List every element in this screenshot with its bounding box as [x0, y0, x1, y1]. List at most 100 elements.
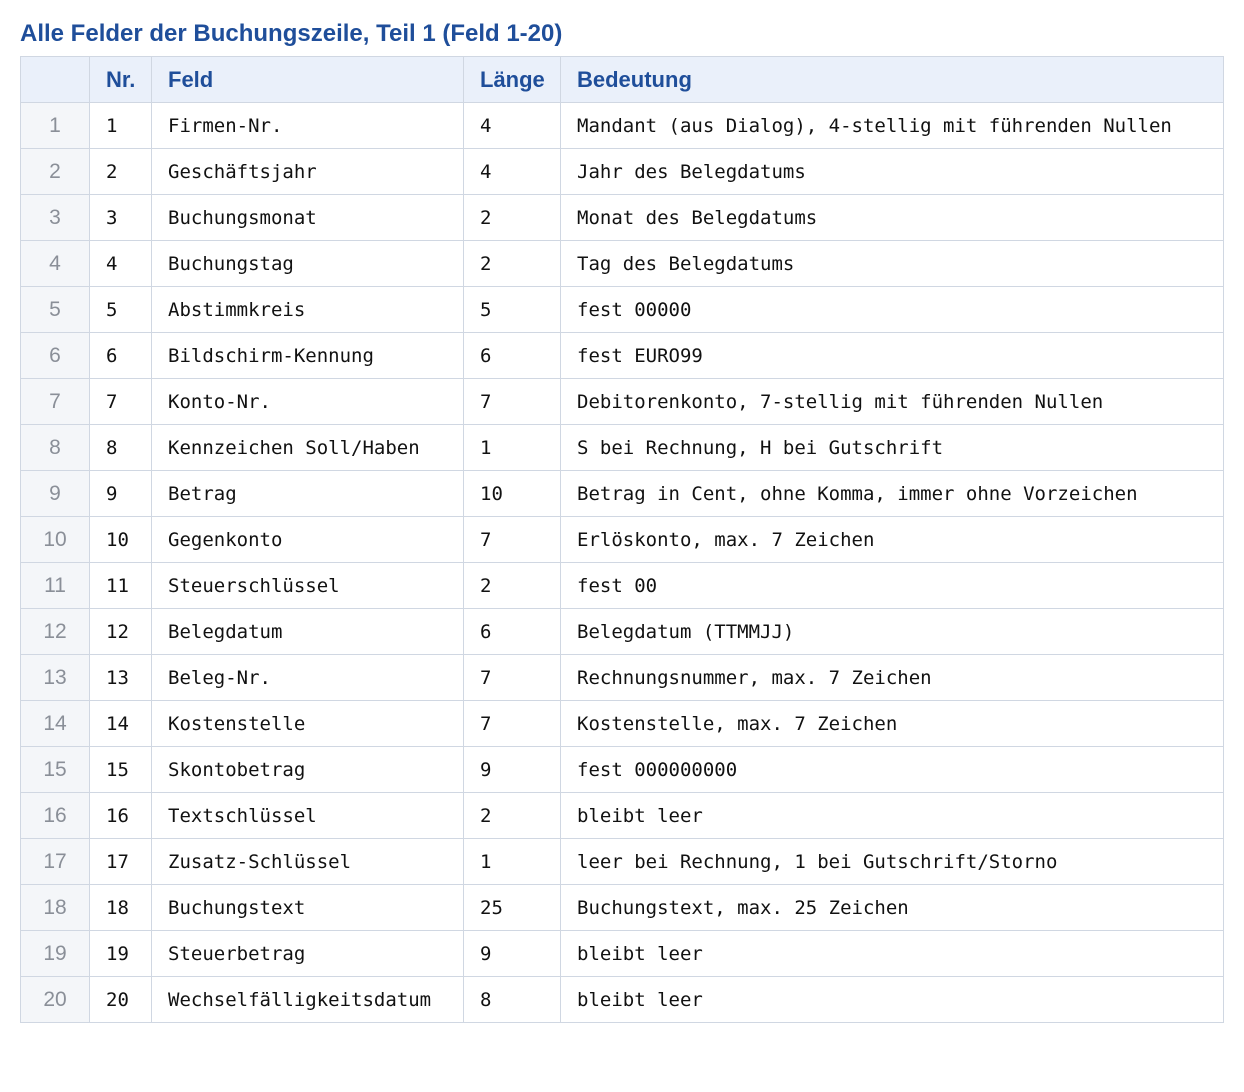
- header-nr: Nr.: [89, 56, 152, 103]
- header-bedeutung: Bedeutung: [560, 56, 1224, 103]
- nr-cell: 11: [89, 562, 152, 609]
- table-row: 8 8 Kennzeichen Soll/Haben 1 S bei Rechnung,…: [20, 424, 1224, 471]
- table-row: 4 4 Buchungstag 2 Tag des Belegdatums: [20, 240, 1224, 287]
- feld-cell: Skontobetrag: [151, 746, 464, 793]
- laenge-cell: 8: [463, 976, 561, 1023]
- laenge-cell: 2: [463, 194, 561, 241]
- table-row: 2 2 Geschäftsjahr 4 Jahr des Belegdatums: [20, 148, 1224, 195]
- laenge-cell: 7: [463, 654, 561, 701]
- nr-cell: 15: [89, 746, 152, 793]
- feld-cell: Buchungstext: [151, 884, 464, 931]
- row-index-cell: 8: [20, 424, 90, 471]
- row-index-cell: 9: [20, 470, 90, 517]
- bedeutung-cell: fest EURO99: [560, 332, 1224, 379]
- nr-cell: 4: [89, 240, 152, 287]
- nr-cell: 14: [89, 700, 152, 747]
- table-row: 6 6 Bildschirm-Kennung 6 fest EURO99: [20, 332, 1224, 379]
- nr-cell: 6: [89, 332, 152, 379]
- header-feld: Feld: [151, 56, 464, 103]
- nr-cell: 9: [89, 470, 152, 517]
- row-index-cell: 6: [20, 332, 90, 379]
- row-index-cell: 17: [20, 838, 90, 885]
- bedeutung-cell: Mandant (aus Dialog), 4-stellig mit führ…: [560, 102, 1224, 149]
- row-index-cell: 11: [20, 562, 90, 609]
- laenge-cell: 7: [463, 516, 561, 563]
- table-row: 12 12 Belegdatum 6 Belegdatum (TTMMJJ): [20, 608, 1224, 655]
- laenge-cell: 9: [463, 930, 561, 977]
- row-index-cell: 16: [20, 792, 90, 839]
- feld-cell: Buchungsmonat: [151, 194, 464, 241]
- bedeutung-cell: Buchungstext, max. 25 Zeichen: [560, 884, 1224, 931]
- laenge-cell: 7: [463, 700, 561, 747]
- laenge-cell: 25: [463, 884, 561, 931]
- feld-cell: Abstimmkreis: [151, 286, 464, 333]
- nr-cell: 8: [89, 424, 152, 471]
- bedeutung-cell: Jahr des Belegdatums: [560, 148, 1224, 195]
- table-row: 15 15 Skontobetrag 9 fest 000000000: [20, 746, 1224, 793]
- row-index-cell: 20: [20, 976, 90, 1023]
- bedeutung-cell: Erlöskonto, max. 7 Zeichen: [560, 516, 1224, 563]
- laenge-cell: 10: [463, 470, 561, 517]
- feld-cell: Beleg-Nr.: [151, 654, 464, 701]
- bedeutung-cell: fest 000000000: [560, 746, 1224, 793]
- row-index-cell: 13: [20, 654, 90, 701]
- feld-cell: Belegdatum: [151, 608, 464, 655]
- row-index-cell: 12: [20, 608, 90, 655]
- header-index: [20, 56, 90, 103]
- feld-cell: Steuerschlüssel: [151, 562, 464, 609]
- laenge-cell: 2: [463, 792, 561, 839]
- table-row: 9 9 Betrag 10 Betrag in Cent, ohne Komma, im…: [20, 470, 1224, 517]
- laenge-cell: 2: [463, 240, 561, 287]
- table-header: Nr. Feld Länge Bedeutung: [20, 56, 1224, 103]
- table-row: 7 7 Konto-Nr. 7 Debitorenkonto, 7-stellig mi…: [20, 378, 1224, 425]
- feld-cell: Steuerbetrag: [151, 930, 464, 977]
- bedeutung-cell: fest 00: [560, 562, 1224, 609]
- row-index-cell: 15: [20, 746, 90, 793]
- table-row: 17 17 Zusatz-Schlüssel 1 leer bei Rechnung, …: [20, 838, 1224, 885]
- laenge-cell: 6: [463, 332, 561, 379]
- laenge-cell: 6: [463, 608, 561, 655]
- row-index-cell: 5: [20, 286, 90, 333]
- row-index-cell: 3: [20, 194, 90, 241]
- nr-cell: 1: [89, 102, 152, 149]
- feld-cell: Zusatz-Schlüssel: [151, 838, 464, 885]
- nr-cell: 2: [89, 148, 152, 195]
- feld-cell: Buchungstag: [151, 240, 464, 287]
- table-row: 11 11 Steuerschlüssel 2 fest 00: [20, 562, 1224, 609]
- laenge-cell: 4: [463, 102, 561, 149]
- row-index-cell: 10: [20, 516, 90, 563]
- table-row: 5 5 Abstimmkreis 5 fest 00000: [20, 286, 1224, 333]
- nr-cell: 5: [89, 286, 152, 333]
- table-body: 1 1 Firmen-Nr. 4 Mandant (aus Dialog), 4-ste…: [20, 102, 1224, 1023]
- row-index-cell: 14: [20, 700, 90, 747]
- nr-cell: 10: [89, 516, 152, 563]
- nr-cell: 12: [89, 608, 152, 655]
- nr-cell: 17: [89, 838, 152, 885]
- row-index-cell: 1: [20, 102, 90, 149]
- feld-cell: Kennzeichen Soll/Haben: [151, 424, 464, 471]
- header-row: Nr. Feld Länge Bedeutung: [20, 56, 1224, 103]
- bedeutung-cell: Betrag in Cent, ohne Komma, immer ohne V…: [560, 470, 1224, 517]
- bedeutung-cell: Monat des Belegdatums: [560, 194, 1224, 241]
- page: Alle Felder der Buchungszeile, Teil 1 (F…: [0, 0, 1244, 1092]
- bedeutung-cell: bleibt leer: [560, 930, 1224, 977]
- bedeutung-cell: bleibt leer: [560, 792, 1224, 839]
- bedeutung-cell: Belegdatum (TTMMJJ): [560, 608, 1224, 655]
- header-laenge: Länge: [463, 56, 561, 103]
- feld-cell: Gegenkonto: [151, 516, 464, 563]
- table-row: 3 3 Buchungsmonat 2 Monat des Belegdatums: [20, 194, 1224, 241]
- laenge-cell: 7: [463, 378, 561, 425]
- table-row: 20 20 Wechselfälligkeitsdatum 8 bleibt leer: [20, 976, 1224, 1023]
- laenge-cell: 2: [463, 562, 561, 609]
- feld-cell: Geschäftsjahr: [151, 148, 464, 195]
- table-row: 14 14 Kostenstelle 7 Kostenstelle, max. 7 Ze…: [20, 700, 1224, 747]
- laenge-cell: 1: [463, 838, 561, 885]
- table-row: 18 18 Buchungstext 25 Buchungstext, max. 25 …: [20, 884, 1224, 931]
- bedeutung-cell: Tag des Belegdatums: [560, 240, 1224, 287]
- bedeutung-cell: Rechnungsnummer, max. 7 Zeichen: [560, 654, 1224, 701]
- feld-cell: Konto-Nr.: [151, 378, 464, 425]
- row-index-cell: 18: [20, 884, 90, 931]
- row-index-cell: 19: [20, 930, 90, 977]
- page-title: Alle Felder der Buchungszeile, Teil 1 (F…: [20, 20, 563, 47]
- feld-cell: Kostenstelle: [151, 700, 464, 747]
